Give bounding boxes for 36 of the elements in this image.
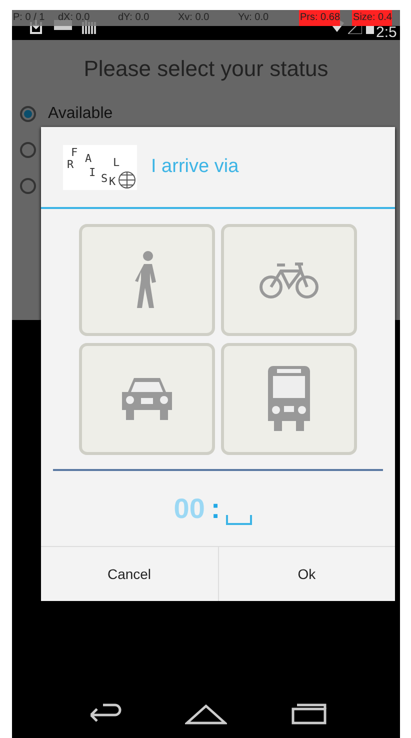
hours-value: 00 xyxy=(174,492,205,524)
globe-icon xyxy=(118,170,136,188)
transport-option[interactable] xyxy=(221,343,357,455)
clock: 2:5 xyxy=(376,25,397,40)
debug-reading: Size: 0.4 xyxy=(352,10,392,26)
recent-apps-icon[interactable] xyxy=(289,703,329,725)
radio-button[interactable] xyxy=(20,178,36,194)
logo-letter: A xyxy=(85,152,92,164)
logo-letter: I xyxy=(89,166,96,178)
dialog-button[interactable]: Cancel xyxy=(41,547,218,601)
minutes-field[interactable] xyxy=(226,514,252,524)
transport-option[interactable] xyxy=(79,343,215,455)
radio-button[interactable] xyxy=(20,142,36,158)
bus-icon xyxy=(267,366,311,432)
logo-letter: L xyxy=(113,156,120,168)
debug-reading: dY: 0.0 xyxy=(117,11,150,25)
debug-reading: Xv: 0.0 xyxy=(177,11,210,25)
radio-label: Available xyxy=(48,105,113,123)
dialog-title: I arrive via xyxy=(151,156,239,178)
logo-letter: K xyxy=(109,176,116,186)
debug-reading: Yv: 0.0 xyxy=(237,11,270,25)
debug-reading: Prs: 0.68 xyxy=(299,10,340,26)
time-separator: : xyxy=(210,492,220,524)
radio-button[interactable] xyxy=(20,106,36,122)
transport-option[interactable] xyxy=(221,224,357,336)
bicycle-icon xyxy=(259,260,319,300)
home-icon[interactable] xyxy=(185,703,227,725)
debug-reading: dX: 0.0 xyxy=(57,11,91,25)
logo-letter: R xyxy=(67,158,74,170)
transport-option[interactable] xyxy=(79,224,215,336)
logo-letter: S xyxy=(101,172,108,184)
screen-title: Please select your status xyxy=(82,55,330,82)
car-icon xyxy=(120,376,174,422)
logo-letter: F xyxy=(71,146,78,158)
debug-reading: P: 0 / 1 xyxy=(12,11,46,25)
dialog-button[interactable]: Ok xyxy=(218,547,395,601)
